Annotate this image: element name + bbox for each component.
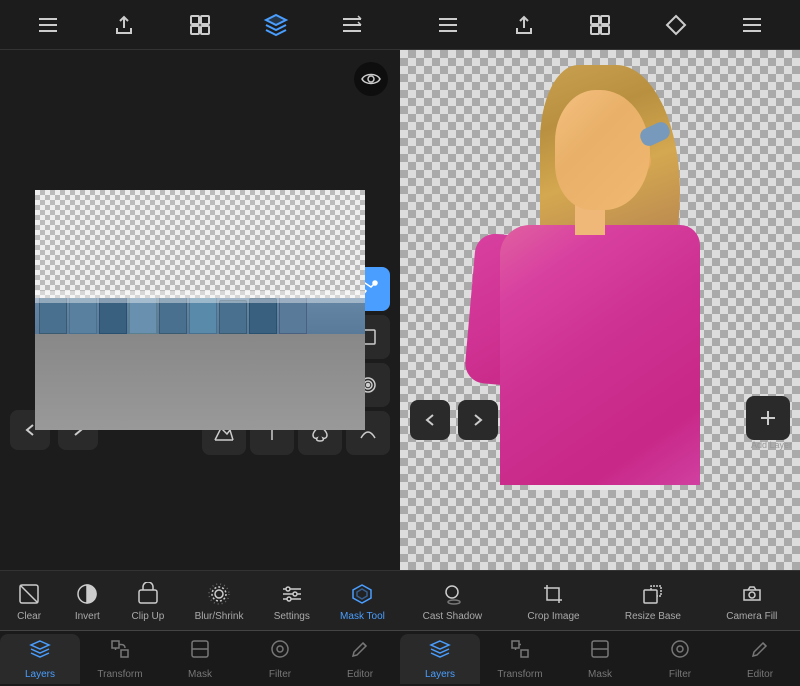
left-editor-tab-label: Editor [347,669,373,680]
right-grid-icon[interactable] [585,10,615,40]
right-stack-icon[interactable] [737,10,767,40]
right-mask-tab-icon [589,638,611,666]
crop-image-icon [539,580,567,608]
left-transform-tab-label: Transform [97,669,142,680]
right-editor-tab[interactable]: Editor [720,634,800,684]
resize-base-action[interactable]: Resize Base [625,580,681,622]
settings-label: Settings [274,611,310,622]
left-mask-tab-label: Mask [188,669,212,680]
left-filter-tab-icon [269,638,291,666]
left-filter-tab[interactable]: Filter [240,634,320,684]
right-layers-tab-icon [429,638,451,666]
left-mask-tab[interactable]: Mask [160,634,240,684]
left-canvas-area [0,50,400,570]
right-menu-icon[interactable] [433,10,463,40]
right-action-bar: Cast Shadow Crop Image Resize Base Camer… [400,570,800,630]
beach-image-canvas [35,190,365,430]
cast-shadow-action[interactable]: Cast Shadow [423,580,482,622]
cast-shadow-icon [438,580,466,608]
left-layers-tab-label: Layers [25,669,55,680]
layers-active-icon[interactable] [261,10,291,40]
right-editor-tab-icon [749,638,771,666]
settings-icon [278,580,306,608]
settings-action[interactable]: Settings [274,580,310,622]
invert-icon [73,580,101,608]
left-bottom-nav: Layers Transform Mask Filter Editor [0,630,400,686]
right-transform-tab[interactable]: Transform [480,634,560,684]
share-icon[interactable] [109,10,139,40]
left-transform-tab[interactable]: Transform [80,634,160,684]
left-filter-tab-label: Filter [269,669,291,680]
right-filter-tab-label: Filter [669,669,691,680]
right-panel: Add Layer Cast Shadow Crop Image Resize … [400,0,800,686]
right-share-icon[interactable] [509,10,539,40]
right-canvas-area: Add Layer [400,50,800,570]
right-editor-tab-label: Editor [747,669,773,680]
camera-fill-icon [738,580,766,608]
invert-action[interactable]: Invert [73,580,101,622]
cast-shadow-label: Cast Shadow [423,611,482,622]
stack-icon[interactable] [337,10,367,40]
cardigan-body [500,225,700,485]
camera-fill-label: Camera Fill [726,611,777,622]
face [555,90,650,210]
left-layers-tab[interactable]: Layers [0,634,80,684]
mask-indicator [35,291,365,303]
clear-action[interactable]: Clear [15,580,43,622]
right-top-toolbar [400,0,800,50]
mask-tool-icon [348,580,376,608]
right-diamond-icon[interactable] [661,10,691,40]
invert-label: Invert [75,611,100,622]
camera-fill-action[interactable]: Camera Fill [726,580,777,622]
right-mask-tab[interactable]: Mask [560,634,640,684]
hut-8 [249,298,277,334]
right-bottom-nav: Layers Transform Mask Filter Editor [400,630,800,686]
left-editor-tab-icon [349,638,371,666]
mask-tool-label: Mask Tool [340,611,385,622]
resize-base-label: Resize Base [625,611,681,622]
right-filter-tab[interactable]: Filter [640,634,720,684]
clip-up-label: Clip Up [132,611,165,622]
beach-ground [35,334,365,430]
clear-icon [15,580,43,608]
blur-shrink-action[interactable]: Blur/Shrink [195,580,244,622]
right-transform-tab-label: Transform [497,669,542,680]
left-layers-tab-icon [29,638,51,666]
transparency-area [35,190,365,298]
right-layers-tab[interactable]: Layers [400,634,480,684]
right-layers-tab-label: Layers [425,669,455,680]
clip-up-action[interactable]: Clip Up [132,580,165,622]
clip-up-icon [134,580,162,608]
clear-label: Clear [17,611,41,622]
girl-image-container [440,50,740,570]
right-mask-tab-label: Mask [588,669,612,680]
left-panel: Clear Invert Clip Up Blur/Shrink Setting… [0,0,400,686]
blur-shrink-icon [205,580,233,608]
blur-shrink-label: Blur/Shrink [195,611,244,622]
left-top-toolbar [0,0,400,50]
add-layer-label: Add Layer [751,440,792,450]
left-transform-tab-icon [109,638,131,666]
menu-icon[interactable] [33,10,63,40]
hut-7 [219,300,247,334]
left-mask-tab-icon [189,638,211,666]
crop-image-label: Crop Image [527,611,579,622]
add-layer-btn[interactable] [746,396,790,440]
crop-image-action[interactable]: Crop Image [527,580,579,622]
mask-tool-action[interactable]: Mask Tool [340,580,385,622]
grid-icon[interactable] [185,10,215,40]
eye-icon[interactable] [354,62,388,96]
resize-base-icon [639,580,667,608]
right-transform-tab-icon [509,638,531,666]
left-editor-tab[interactable]: Editor [320,634,400,684]
left-action-bar: Clear Invert Clip Up Blur/Shrink Setting… [0,570,400,630]
right-filter-tab-icon [669,638,691,666]
